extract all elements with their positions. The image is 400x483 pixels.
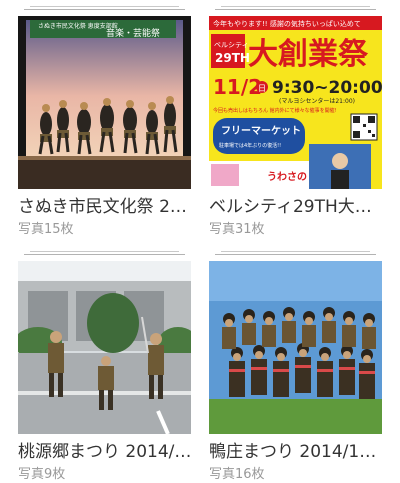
album-stack-edge [30,6,179,7]
album-stack-edge [215,9,376,10]
album-stack-edge [215,254,376,255]
album-photo-count: 写真15枚 [18,222,74,237]
poster-weekday: 日 [258,84,266,93]
poster-market: フリーマーケット [221,125,301,137]
stage-dance-photo: さぬき市民文化祭 恵度支部館 音楽・芸能祭 [18,16,191,189]
album-stack-edge [221,251,370,252]
album-title[interactable]: 桃源郷まつり 2014/… [18,441,191,463]
poster-big-title: 大創業祭 [248,37,369,72]
poster-market-sub: 駐車場では4年ぶりの復活!! [219,142,281,149]
album-stack-edge [221,6,370,7]
album-stack-edge [24,254,185,255]
album-cover-image[interactable]: さぬき市民文化祭 恵度支部館 音楽・芸能祭 [18,16,191,189]
album-title[interactable]: ベルシティ29TH大… [209,196,382,218]
poster-time: 9:30~20:00 [272,78,382,98]
event-poster-image: 今年もやります!! 感謝の気持ちいっぱい込めて ベルシティ 29TH 大創業祭 … [209,16,382,189]
poster-note: (マルヨシセンターは21:00) [279,97,355,105]
poster-headline: 今年もやります!! 感謝の気持ちいっぱい込めて [213,19,361,28]
svg-text:ベルシティ: ベルシティ [214,41,249,49]
album-photo-count: 写真9枚 [18,467,66,482]
album-stack-edge [30,251,179,252]
poster-bottom: うわさの [267,171,307,183]
album-cover-image[interactable] [18,261,191,434]
album-photo-count: 写真16枚 [209,467,265,482]
banner-text: 音楽・芸能祭 [106,27,160,39]
outdoor-dance-photo [18,261,191,434]
poster-date: 11/2 [213,75,262,99]
album-photo-count: 写真31枚 [209,222,265,237]
album-cover-image[interactable]: 今年もやります!! 感謝の気持ちいっぱい込めて ベルシティ 29TH 大創業祭 … [209,16,382,189]
album-title[interactable]: さぬき市民文化祭 2… [18,196,191,218]
svg-text:29TH: 29TH [215,51,250,65]
poster-line2: 今回も売出しはもちろん 館内外にて様々な催事を開催! [213,107,337,114]
album-cover-image[interactable] [209,261,382,434]
album-grid: さぬき市民文化祭 恵度支部館 音楽・芸能祭 さぬき市民文化祭 2… 写真15枚 … [0,0,400,483]
group-photo [209,261,382,434]
album-stack-edge [24,9,185,10]
album-title[interactable]: 鴨庄まつり 2014/1… [209,441,382,463]
